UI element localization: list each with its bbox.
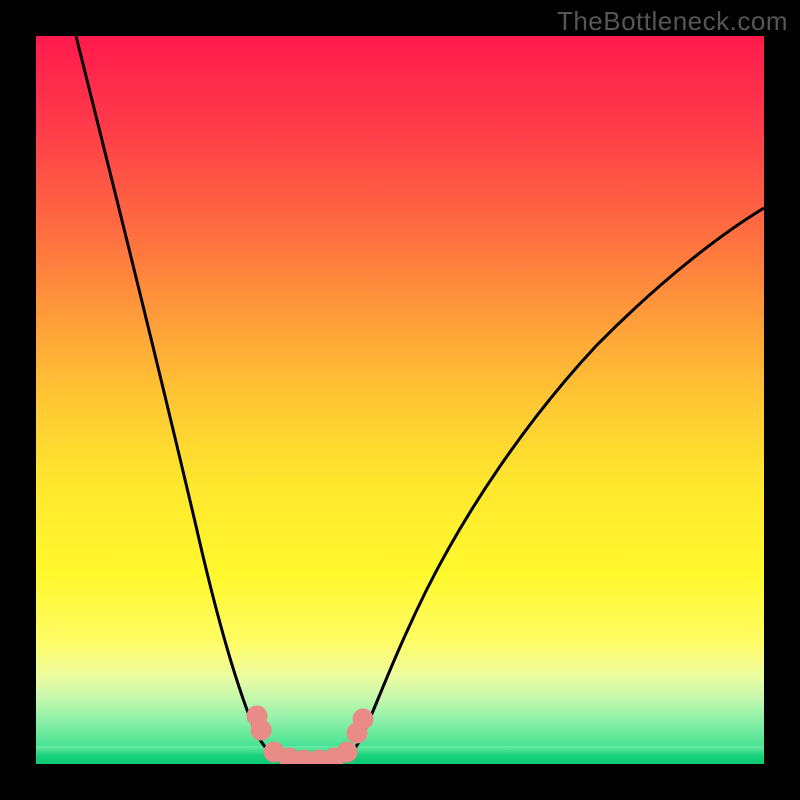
- marker-dot: [251, 720, 271, 740]
- plot-area: [36, 36, 764, 764]
- marker-dot: [337, 742, 357, 762]
- marker-dots-group: [247, 706, 373, 764]
- watermark-text: TheBottleneck.com: [557, 6, 788, 37]
- marker-dot: [353, 709, 373, 729]
- left-curve: [76, 36, 304, 763]
- chart-frame: TheBottleneck.com: [0, 0, 800, 800]
- curve-svg: [36, 36, 764, 764]
- right-curve: [338, 208, 764, 763]
